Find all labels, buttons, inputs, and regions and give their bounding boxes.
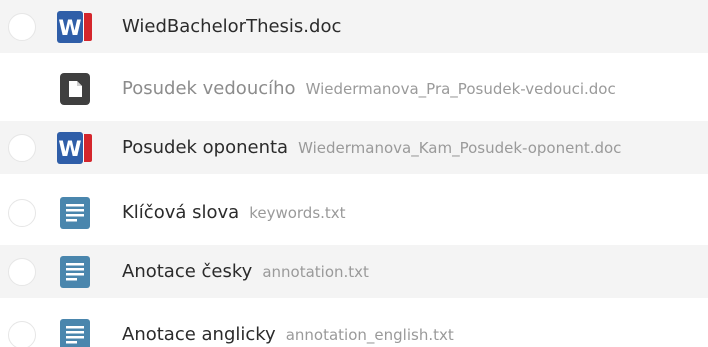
file-row[interactable]: Posudek vedoucího Wiedermanova_Pra_Posud…: [0, 62, 708, 115]
file-texts: Posudek oponenta Wiedermanova_Kam_Posude…: [122, 137, 621, 158]
select-radio[interactable]: [8, 320, 36, 347]
word-doc-icon: W: [56, 10, 94, 44]
file-row[interactable]: W Posudek oponenta Wiedermanova_Kam_Posu…: [0, 121, 708, 174]
file-row[interactable]: Klíčová slova keywords.txt: [0, 186, 708, 239]
file-title[interactable]: Klíčová slova: [122, 202, 239, 223]
file-title[interactable]: Posudek oponenta: [122, 137, 288, 158]
file-title: Posudek vedoucího: [122, 78, 296, 99]
file-texts: Anotace česky annotation.txt: [122, 261, 369, 282]
file-filename[interactable]: annotation.txt: [262, 263, 369, 281]
text-file-icon: [56, 196, 94, 230]
file-texts: Klíčová slova keywords.txt: [122, 202, 346, 223]
file-title[interactable]: Anotace anglicky: [122, 324, 276, 345]
file-row[interactable]: Anotace anglicky annotation_english.txt: [0, 308, 708, 347]
svg-text:W: W: [58, 137, 81, 161]
file-title[interactable]: Anotace česky: [122, 261, 252, 282]
svg-text:W: W: [58, 16, 81, 40]
file-filename[interactable]: keywords.txt: [249, 204, 345, 222]
generic-file-icon: [56, 72, 94, 106]
file-list: W WiedBachelorThesis.doc Posudek vedoucí…: [0, 0, 708, 347]
select-radio[interactable]: [8, 12, 36, 41]
select-radio[interactable]: [8, 257, 36, 286]
word-doc-icon: W: [56, 131, 94, 165]
file-row[interactable]: Anotace česky annotation.txt: [0, 245, 708, 298]
select-radio[interactable]: [8, 133, 36, 162]
file-texts: Posudek vedoucího Wiedermanova_Pra_Posud…: [122, 78, 616, 99]
file-texts: WiedBachelorThesis.doc: [122, 16, 341, 37]
file-filename[interactable]: Wiedermanova_Kam_Posudek-oponent.doc: [298, 139, 621, 157]
file-filename: Wiedermanova_Pra_Posudek-vedouci.doc: [305, 80, 616, 98]
text-file-icon: [56, 255, 94, 289]
file-row[interactable]: W WiedBachelorThesis.doc: [0, 0, 708, 53]
file-texts: Anotace anglicky annotation_english.txt: [122, 324, 454, 345]
file-title[interactable]: WiedBachelorThesis.doc: [122, 16, 341, 37]
select-radio[interactable]: [8, 198, 36, 227]
file-filename[interactable]: annotation_english.txt: [286, 326, 454, 344]
text-file-icon: [56, 318, 94, 347]
